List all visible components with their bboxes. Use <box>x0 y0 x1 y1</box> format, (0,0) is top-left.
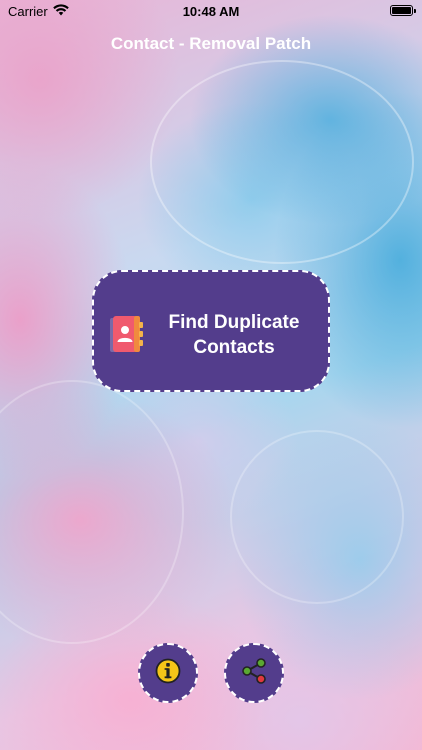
battery-icon <box>390 5 416 16</box>
share-icon <box>240 657 268 690</box>
app-screen: Carrier 10:48 AM Contact - Removal Patch <box>0 0 422 750</box>
status-bar: Carrier 10:48 AM <box>0 0 422 22</box>
find-duplicate-contacts-label: Find Duplicate Contacts <box>168 312 300 358</box>
share-button[interactable] <box>224 643 284 703</box>
contacts-book-icon <box>110 314 144 354</box>
info-icon <box>155 658 181 689</box>
status-time: 10:48 AM <box>182 4 240 19</box>
page-title: Contact - Removal Patch <box>110 34 312 53</box>
find-duplicate-contacts-button[interactable]: Find Duplicate Contacts <box>92 270 330 392</box>
info-button[interactable] <box>138 643 198 703</box>
